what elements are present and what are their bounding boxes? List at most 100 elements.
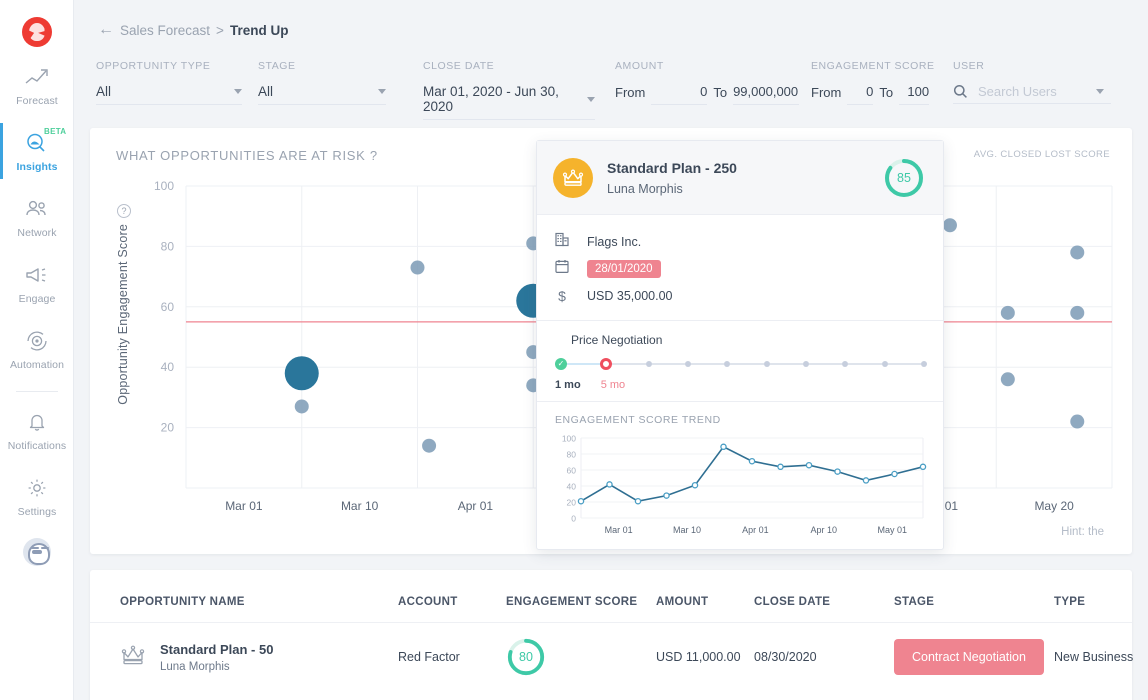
svg-text:May 20: May 20 xyxy=(1034,499,1074,513)
sidebar-item-insights[interactable]: BETA Insights xyxy=(0,123,74,179)
dollar-icon: $ xyxy=(558,288,566,304)
header: ← Sales Forecast > Trend Up OPPORTUNITY … xyxy=(74,0,1148,124)
people-icon xyxy=(0,196,74,222)
popup-stage-name: Price Negotiation xyxy=(571,333,663,347)
svg-text:80: 80 xyxy=(567,450,577,460)
stage-connector xyxy=(730,363,764,365)
row-amount: USD 11,000.00 xyxy=(656,650,741,664)
stage-connector xyxy=(848,363,882,365)
filter-label: STAGE xyxy=(258,60,296,72)
beta-badge: BETA xyxy=(44,127,67,136)
popup-owner: Luna Morphis xyxy=(607,181,683,196)
sidebar-divider xyxy=(15,391,58,392)
popup-trend-section: ENGAGEMENT SCORE TREND 0 20 40 60 80 100 Mar 0… xyxy=(537,401,943,557)
user-mascot-avatar[interactable] xyxy=(22,538,51,566)
stage-connector xyxy=(651,363,685,365)
help-icon[interactable]: ? xyxy=(117,204,131,218)
stage-select[interactable]: All xyxy=(258,84,386,105)
filter-stage: STAGE All xyxy=(258,60,423,120)
amount-from-input[interactable]: 0 xyxy=(651,84,708,105)
filter-label: ENGAGEMENT SCORE xyxy=(811,60,935,72)
popup-body: Flags Inc. 28/01/2020 $ USD 35,000.00 xyxy=(537,215,943,320)
user-search-wrapper[interactable] xyxy=(953,84,1111,104)
back-arrow-icon[interactable]: ← xyxy=(98,22,114,38)
row-opportunity-cell: Standard Plan - 50 Luna Morphis xyxy=(120,642,398,673)
score-from-label: From xyxy=(811,85,842,100)
column-header-account[interactable]: ACCOUNT xyxy=(398,596,506,608)
filter-label: OPPORTUNITY TYPE xyxy=(96,60,211,72)
amount-to-label: To xyxy=(713,85,728,100)
chart-title: WHAT OPPORTUNITIES ARE AT RISK ? xyxy=(116,148,378,163)
sidebar-item-forecast[interactable]: Forecast xyxy=(0,57,74,113)
bell-icon xyxy=(0,409,74,435)
column-header-close-date[interactable]: CLOSE DATE xyxy=(754,596,894,608)
crown-outline-icon xyxy=(120,645,146,670)
gear-icon xyxy=(0,475,74,501)
sidebar-item-engage[interactable]: Engage xyxy=(0,255,74,311)
sidebar-item-label: Forecast xyxy=(16,95,58,107)
column-header-type[interactable]: TYPE xyxy=(1054,596,1148,608)
popup-account: Flags Inc. xyxy=(587,235,642,249)
row-score-ring: 80 xyxy=(506,637,546,677)
svg-text:Apr 10: Apr 10 xyxy=(811,525,838,535)
column-header-engagement-score[interactable]: ENGAGEMENT SCORE xyxy=(506,596,656,608)
chevron-down-icon xyxy=(234,89,242,94)
megaphone-icon xyxy=(0,262,74,288)
app-logo-icon[interactable] xyxy=(21,17,52,47)
popup-account-row: Flags Inc. xyxy=(553,229,925,255)
popup-score-ring: 85 xyxy=(883,157,925,199)
svg-text:80: 80 xyxy=(161,239,175,253)
stage-connector xyxy=(567,363,601,365)
svg-text:40: 40 xyxy=(161,360,175,374)
trend-title: ENGAGEMENT SCORE TREND xyxy=(555,414,721,426)
svg-text:Mar 10: Mar 10 xyxy=(341,499,379,513)
breadcrumb-root[interactable]: Sales Forecast xyxy=(120,23,210,38)
avg-closed-lost-legend: AVG. CLOSED LOST SCORE xyxy=(973,149,1110,160)
sidebar: Forecast BETA Insights Network Engage Au… xyxy=(0,0,74,700)
user-search-input[interactable] xyxy=(978,84,1086,99)
y-axis-label: Opportunity Engagement Score xyxy=(116,224,130,405)
score-to-input[interactable]: 100 xyxy=(899,84,930,105)
score-from-input[interactable]: 0 xyxy=(847,84,874,105)
sidebar-item-label: Engage xyxy=(18,293,56,305)
stage-connector xyxy=(690,363,725,365)
chevron-down-icon xyxy=(587,96,595,102)
stage-step-current[interactable] xyxy=(600,358,613,370)
opportunity-type-value: All xyxy=(96,84,112,99)
svg-text:Mar 10: Mar 10 xyxy=(673,525,701,535)
table-row[interactable]: Standard Plan - 50 Luna Morphis Red Fact… xyxy=(90,623,1133,691)
sidebar-item-automation[interactable]: Automation xyxy=(0,321,74,377)
popup-stage-section: Price Negotiation ✓ 1 mo 5 mo xyxy=(537,320,943,401)
stage-progress-track[interactable]: ✓ xyxy=(555,356,927,372)
chevron-down-icon xyxy=(378,89,386,94)
svg-text:40: 40 xyxy=(567,482,577,492)
opportunity-type-select[interactable]: All xyxy=(96,84,242,105)
sidebar-item-notifications[interactable]: Notifications xyxy=(0,402,74,458)
column-header-opportunity-name[interactable]: OPPORTUNITY NAME xyxy=(120,596,398,608)
row-close-date: 08/30/2020 xyxy=(754,650,817,664)
stage-step-completed[interactable]: ✓ xyxy=(555,358,567,370)
amount-to-input[interactable]: 99,000,000 xyxy=(733,84,800,105)
row-stage-cell: Contract Negotiation xyxy=(894,639,1054,675)
row-stage-badge[interactable]: Contract Negotiation xyxy=(894,639,1044,675)
popup-score-value: 85 xyxy=(897,170,911,185)
stage-value: All xyxy=(258,84,274,99)
column-header-stage[interactable]: STAGE xyxy=(894,596,1054,608)
filter-label: USER xyxy=(953,60,985,72)
column-header-amount[interactable]: AMOUNT xyxy=(656,596,754,608)
close-date-select[interactable]: Mar 01, 2020 - Jun 30, 2020 xyxy=(423,84,595,120)
opportunity-detail-popup[interactable]: Standard Plan - 250 Luna Morphis 85 Flag… xyxy=(536,140,944,550)
stage-step[interactable] xyxy=(920,361,927,367)
row-opportunity-name: Standard Plan - 50 xyxy=(160,641,274,657)
automation-gear-icon xyxy=(0,328,74,354)
svg-text:100: 100 xyxy=(562,434,576,444)
svg-text:Apr 01: Apr 01 xyxy=(742,525,769,535)
stage-connector xyxy=(808,363,843,365)
breadcrumb-separator: > xyxy=(216,22,224,38)
table-header-row: OPPORTUNITY NAME ACCOUNT ENGAGEMENT SCOR… xyxy=(90,570,1132,623)
filter-amount: AMOUNT From 0 To 99,000,000 xyxy=(615,60,811,120)
sidebar-item-label: Notifications xyxy=(7,440,67,452)
sidebar-item-settings[interactable]: Settings xyxy=(0,468,74,524)
stage-connector xyxy=(612,363,646,365)
sidebar-item-network[interactable]: Network xyxy=(0,189,74,245)
